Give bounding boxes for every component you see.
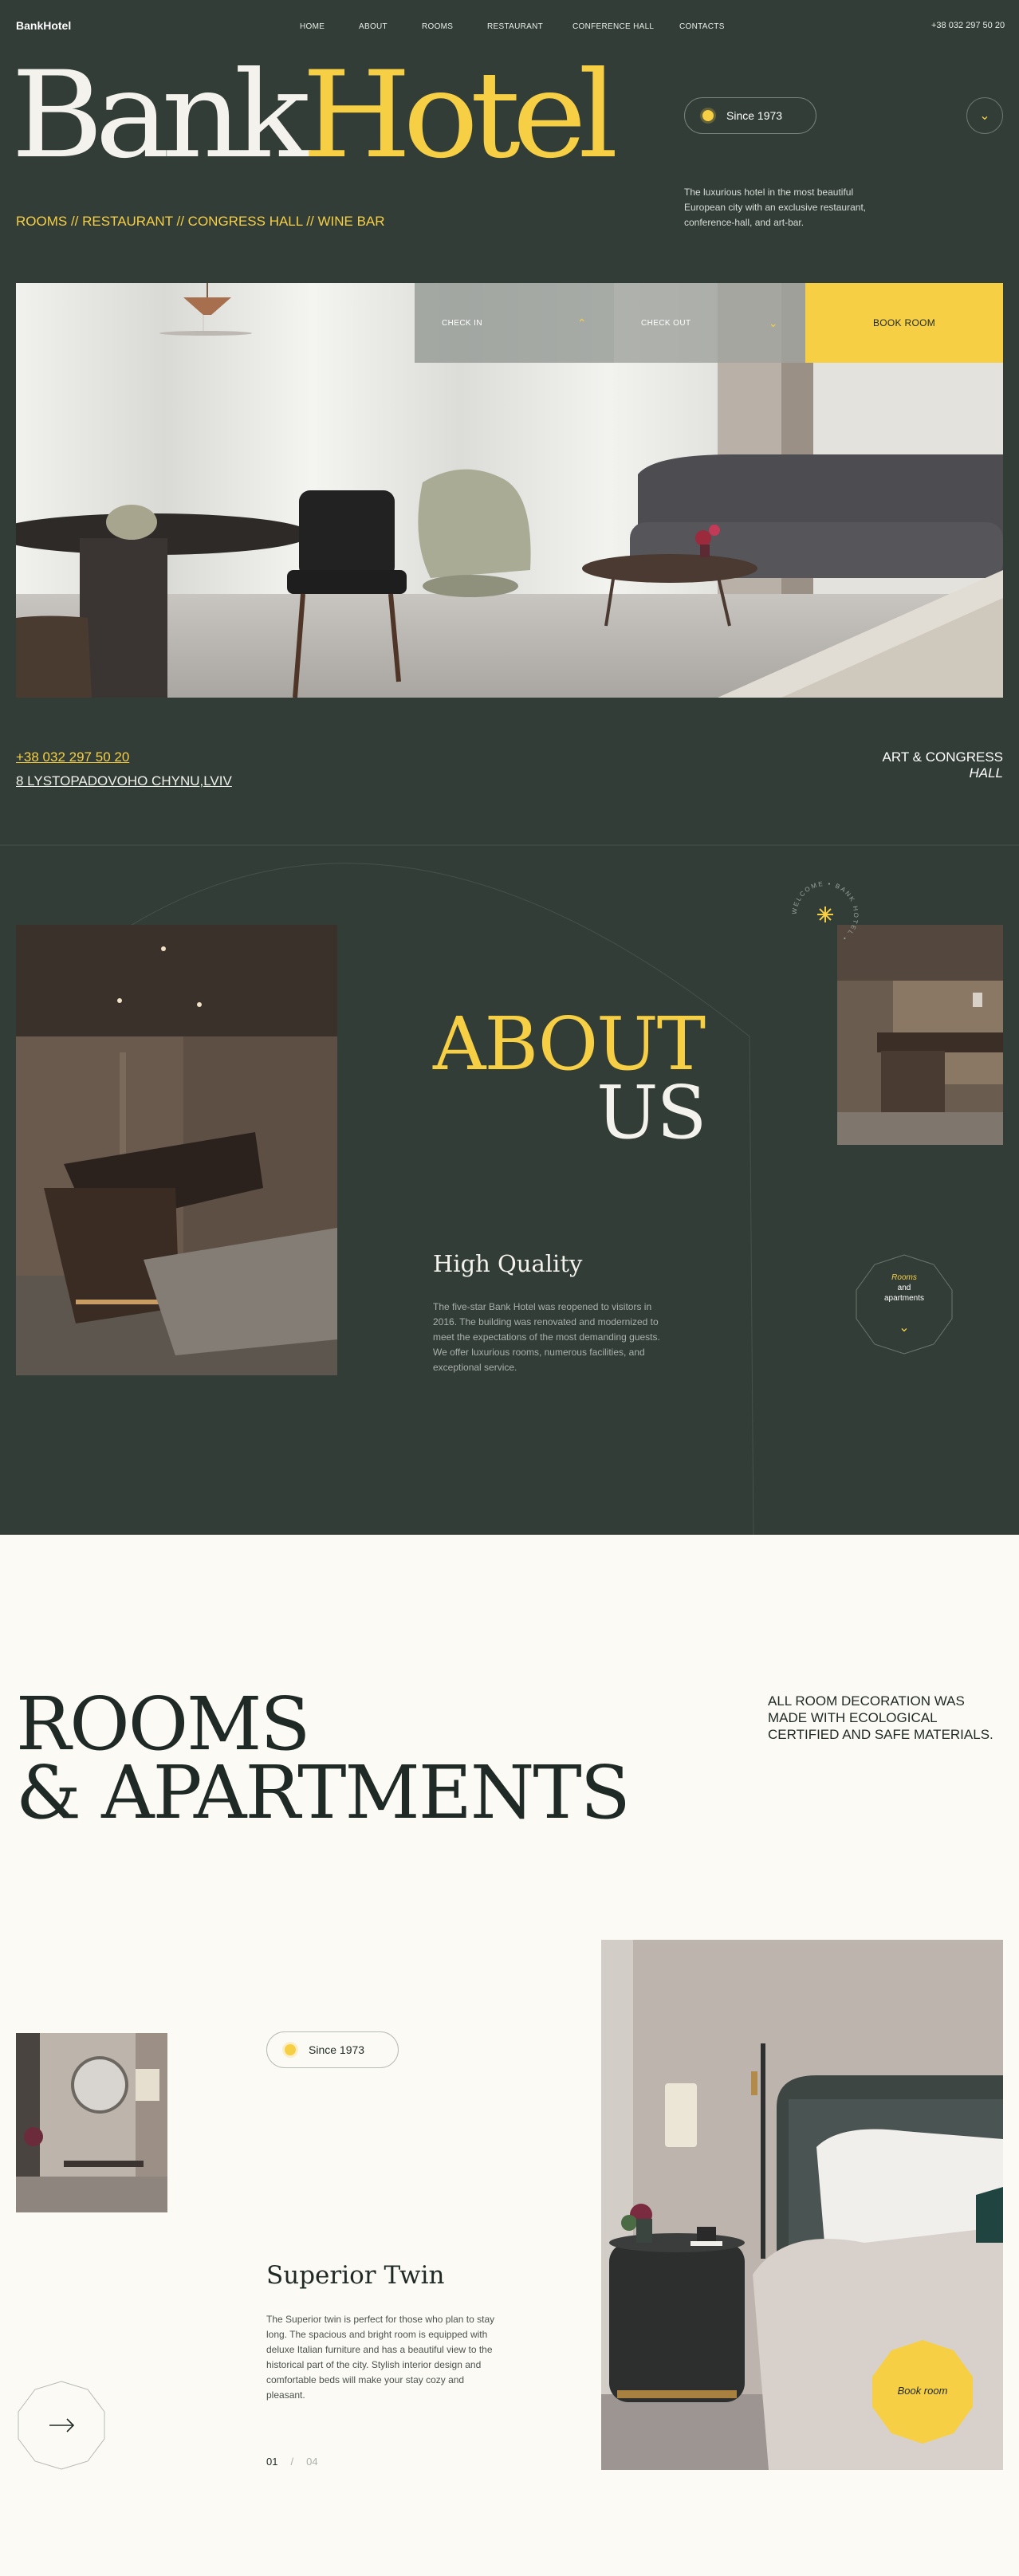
address-link[interactable]: 8 LYSTOPADOVOHO CHYNU,LVIV [16, 773, 232, 789]
room-name: Superior Twin [266, 2261, 445, 2290]
book-room-badge-label[interactable]: Book room [869, 2385, 976, 2397]
lobby-image [16, 925, 337, 1375]
logo[interactable]: BankHotel [16, 19, 71, 32]
sun-icon [702, 110, 714, 121]
scroll-down-button[interactable]: ⌄ [966, 97, 1003, 134]
sun-icon [285, 2044, 296, 2055]
next-room-button[interactable] [16, 2380, 107, 2471]
nav-contacts[interactable]: CONTACTS [679, 22, 725, 31]
hero-title: BankHotel [11, 56, 619, 175]
rooms-badge-label: Rooms and apartments [853, 1272, 955, 1304]
since-text: Since 1973 [726, 109, 783, 122]
phone-link[interactable]: +38 032 297 50 20 [16, 749, 129, 765]
rooms-title: ROOMS & APARTMENTS [16, 1681, 631, 1835]
room-pager: 01 / 04 [266, 2456, 331, 2468]
rooms-title-line1: ROOMS [16, 1681, 310, 1767]
pager-current: 01 [266, 2456, 278, 2468]
chevron-down-icon: ⌄ [979, 109, 990, 123]
about-heading: High Quality [433, 1250, 583, 1277]
hero-title-bank: Bank [11, 46, 310, 185]
hero-description: The luxurious hotel in the most beautifu… [684, 187, 867, 228]
rooms-badge[interactable]: ⌄ [853, 1253, 955, 1355]
since-badge: Since 1973 [684, 97, 816, 134]
welcome-circle: WELCOME • BANK HOTEL • [791, 880, 858, 943]
book-room-button[interactable]: BOOK ROOM [805, 283, 1003, 363]
chevron-down-icon: ⌄ [899, 1319, 909, 1335]
room-description: The Superior twin is perfect for those w… [266, 2314, 495, 2401]
chevron-up-icon: ⌃ [576, 316, 587, 329]
nav-restaurant[interactable]: RESTAURANT [487, 22, 543, 31]
nav-about[interactable]: ABOUT [359, 22, 388, 31]
about-text: The five-star Bank Hotel was reopened to… [433, 1301, 660, 1373]
hallway-image [16, 2033, 167, 2212]
hero-title-hotel: Hotel [301, 46, 619, 185]
check-in-field[interactable]: CHECK IN ⌃ [415, 283, 614, 363]
pager-separator: / [290, 2456, 294, 2468]
arrow-right-icon [49, 2418, 75, 2432]
rooms-badge-rest: and apartments [883, 1284, 925, 1303]
check-out-label: CHECK OUT [641, 318, 691, 328]
about-title-2: US [596, 1070, 707, 1155]
hero-subtitle: ROOMS // RESTAURANT // CONGRESS HALL // … [16, 214, 385, 229]
rooms-badge-italic: Rooms [891, 1273, 917, 1282]
nav-phone[interactable]: +38 032 297 50 20 [931, 21, 1005, 30]
hall-link[interactable]: HALL [797, 765, 1003, 781]
nav-conference-hall[interactable]: CONFERENCE HALL [572, 22, 654, 31]
booking-bar: CHECK IN ⌃ CHECK OUT ⌄ BOOK ROOM [415, 283, 1003, 363]
rooms-title-line2: & APARTMENTS [16, 1750, 631, 1835]
rooms-note: ALL ROOM DECORATION WAS MADE WITH ECOLOG… [768, 1693, 993, 1742]
rooms-since-text: Since 1973 [309, 2043, 365, 2056]
nav-home[interactable]: HOME [300, 22, 325, 31]
check-out-field[interactable]: CHECK OUT ⌄ [614, 283, 805, 363]
pager-total: 04 [306, 2456, 318, 2468]
nav-rooms[interactable]: ROOMS [422, 22, 453, 31]
art-congress-link[interactable]: ART & CONGRESS [797, 749, 1003, 765]
rooms-since-badge: Since 1973 [266, 2031, 399, 2068]
check-in-label: CHECK IN [442, 318, 482, 328]
chevron-down-icon: ⌄ [768, 316, 778, 329]
